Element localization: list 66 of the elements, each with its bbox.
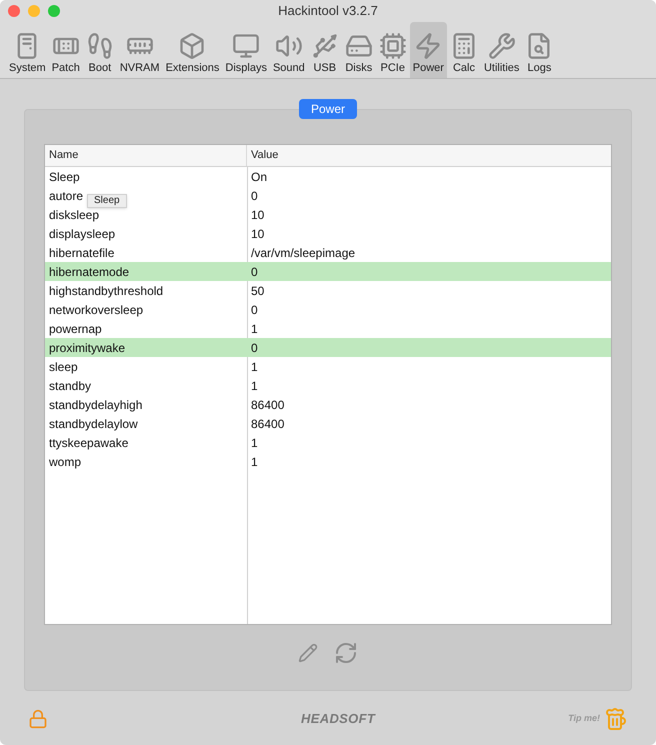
box-icon bbox=[178, 32, 206, 60]
minimize-button[interactable] bbox=[28, 5, 40, 17]
table-cell-text: standby bbox=[49, 378, 92, 394]
table-cell-text: autore bbox=[49, 188, 84, 204]
edit-button[interactable] bbox=[298, 641, 318, 665]
toolbar-item[interactable]: USB bbox=[308, 22, 342, 78]
table-cell-text: standbydelaylow bbox=[49, 416, 138, 432]
table-cell-text: 86400 bbox=[250, 416, 286, 432]
lock-icon[interactable] bbox=[28, 709, 48, 729]
table-cell-text: 1 bbox=[250, 358, 259, 376]
toolbar-item[interactable]: PCIe bbox=[376, 22, 410, 78]
table-cell-text: 86400 bbox=[250, 396, 286, 414]
table-cell-text: powernap bbox=[49, 320, 102, 338]
table-cell-text: proximitywake bbox=[49, 340, 126, 356]
table-cell: 0 bbox=[247, 338, 611, 357]
monitor-icon bbox=[232, 32, 260, 60]
close-button[interactable] bbox=[8, 5, 20, 17]
toolbar-item[interactable]: Boot bbox=[82, 22, 117, 78]
table-cell-text: hibernatemode bbox=[49, 264, 130, 280]
table-cell-text: On bbox=[250, 168, 268, 186]
toolbar-item[interactable]: Extensions bbox=[162, 22, 222, 78]
usb-icon bbox=[310, 32, 339, 60]
table-cell-text: 0 bbox=[250, 302, 259, 318]
table-cell-text: 1 bbox=[250, 378, 259, 394]
column-header[interactable]: Value bbox=[247, 145, 282, 166]
footprints-icon bbox=[86, 32, 114, 60]
table-cell: 0 bbox=[247, 262, 611, 281]
refresh-button[interactable] bbox=[334, 641, 358, 665]
logo: HEADSOFT bbox=[301, 710, 376, 728]
table-cell-text: hibernatefile bbox=[49, 244, 114, 262]
chip-icon bbox=[378, 32, 407, 60]
table-cell-text: 10 bbox=[250, 206, 266, 224]
toolbar-item[interactable]: Utilities bbox=[480, 22, 522, 78]
section-tab[interactable]: Power bbox=[298, 99, 357, 119]
column-header[interactable]: Name bbox=[45, 145, 247, 166]
tooltip: Sleep bbox=[87, 194, 127, 208]
table-cell-text: 0 bbox=[250, 188, 259, 204]
table-cell-text: disksleep bbox=[49, 206, 100, 224]
toolbar-item[interactable]: Logs bbox=[522, 22, 556, 78]
toolbar-item[interactable]: System bbox=[6, 22, 49, 78]
table-cell-text: displaysleep bbox=[49, 226, 116, 242]
toolbar-item[interactable]: Power bbox=[410, 22, 447, 78]
table-cell-text: sleep bbox=[49, 358, 78, 376]
table-cell-text: 1 bbox=[250, 434, 259, 452]
toolbar-item[interactable]: Calc bbox=[446, 22, 481, 78]
toolbar-item[interactable]: Displays bbox=[222, 22, 270, 78]
table-cell-text: /var/vm/sleepimage bbox=[250, 244, 356, 262]
toolbar-item[interactable]: Sound bbox=[270, 22, 308, 78]
toolbar-item[interactable]: Patch bbox=[48, 22, 83, 78]
table-cell-text: networkoversleep bbox=[49, 302, 144, 318]
table-cell-text: ttyskeepawake bbox=[49, 434, 128, 452]
window-title: Hackintool v3.2.7 bbox=[278, 2, 378, 20]
table-cell-text: highstandbythreshold bbox=[49, 282, 164, 300]
table-cell-text: 10 bbox=[250, 226, 266, 242]
table-cell-text: 1 bbox=[250, 320, 259, 338]
table-cell-text: womp bbox=[49, 454, 82, 470]
lightning-icon bbox=[414, 32, 442, 60]
beer-icon[interactable] bbox=[604, 707, 628, 731]
table-cell-text: standbydelayhigh bbox=[49, 396, 142, 414]
wrench-icon bbox=[488, 32, 516, 60]
toolbar-item[interactable]: Disks bbox=[342, 22, 376, 78]
table-cell-text: 50 bbox=[250, 282, 266, 300]
table-cell-text: Sleep bbox=[49, 168, 80, 186]
toolbar-item[interactable]: NVRAM bbox=[116, 22, 163, 78]
table-cell-text: 1 bbox=[250, 454, 259, 470]
zoom-button[interactable] bbox=[48, 5, 60, 17]
